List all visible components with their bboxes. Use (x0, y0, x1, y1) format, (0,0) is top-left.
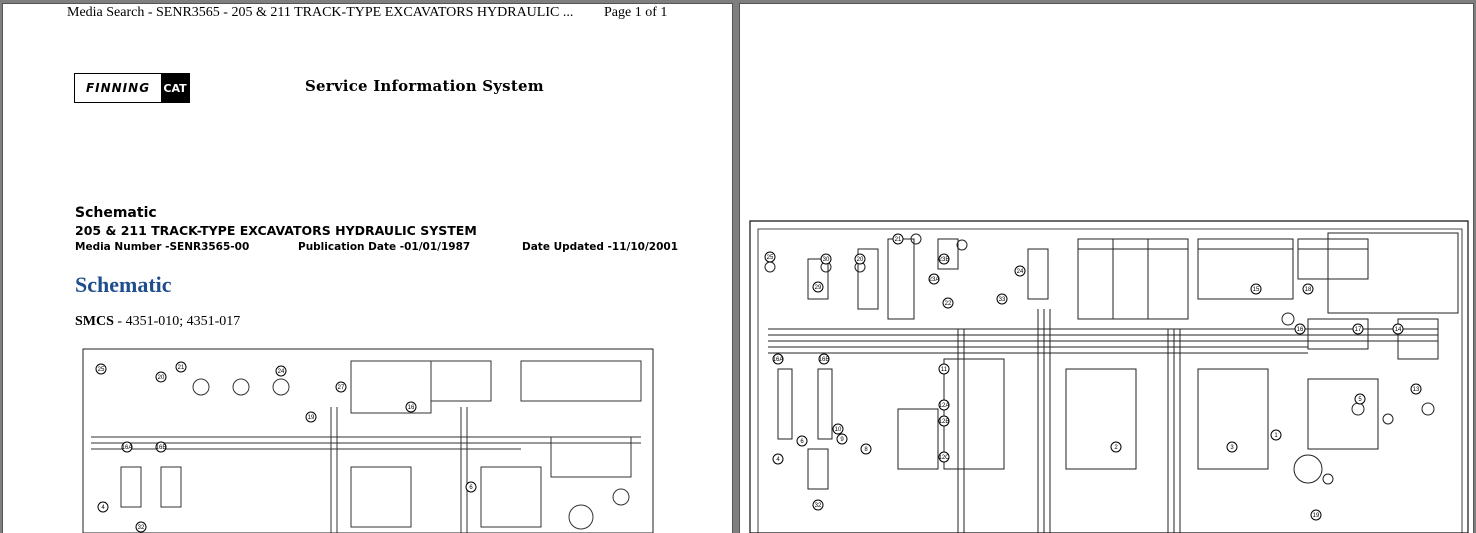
callout-label: 11 (941, 367, 948, 373)
callout-label: 14 (1395, 327, 1402, 333)
callout-label: 16B (156, 445, 167, 451)
media-number: Media Number -SENR3565-00 (75, 241, 250, 253)
callout-label: 32 (815, 503, 822, 509)
callout-label: 12C (938, 455, 950, 461)
callout-label: 21 (895, 237, 902, 243)
callout-label: 23B (939, 257, 950, 263)
system-name: Service Information System (305, 77, 544, 95)
callout-label: 16A (122, 445, 133, 451)
callout-label: 16A (773, 357, 784, 363)
publication-date: Publication Date -01/01/1987 (298, 241, 471, 253)
smcs-value: - 4351-010; 4351-017 (113, 314, 241, 329)
callout-label: 18 (1305, 287, 1312, 293)
callout-label: 13 (1413, 387, 1420, 393)
print-header: Media Search - SENR3565 - 205 & 211 TRAC… (67, 5, 667, 21)
cat-logo-text: CAT (161, 74, 189, 102)
callout-label: 30 (823, 257, 830, 263)
callout-label: 20 (158, 375, 165, 381)
schematic-thumbnail-drawing: 25202124271616A 16B196432 (81, 347, 655, 533)
callout-label: 21 (178, 365, 185, 371)
callout-label: 15 (1253, 287, 1260, 293)
section-heading: Schematic (75, 272, 172, 297)
print-header-title: Media Search - SENR3565 - 205 & 211 TRAC… (67, 5, 574, 20)
callout-label: 24 (278, 369, 285, 375)
callout-label: 20 (857, 257, 864, 263)
callout-label: 27 (338, 385, 345, 391)
callout-label: 16B (819, 357, 830, 363)
callout-label: 12A (939, 403, 950, 409)
doc-type: Schematic (75, 205, 157, 221)
callout-label: 12B (939, 419, 950, 425)
callout-label: 25 (98, 367, 105, 373)
callout-label: 33 (999, 297, 1006, 303)
page-indicator: Page 1 of 1 (604, 5, 668, 20)
callout-label: 24 (1017, 269, 1024, 275)
smcs-line: SMCS - 4351-010; 4351-017 (75, 314, 240, 330)
callout-label: 10 (835, 427, 842, 433)
date-updated: Date Updated -11/10/2001 (522, 241, 679, 253)
callout-label: 19 (1313, 513, 1320, 519)
hydraulic-schematic-drawing: 25 30 29 21 20 23A 23B 22 24 33 15 18 16 17 14 13 16A 16B… (748, 219, 1470, 533)
callout-label: 17 (1355, 327, 1362, 333)
doc-title: 205 & 211 TRACK-TYPE EXCAVATORS HYDRAULI… (75, 223, 477, 238)
hydraulic-schematic: 25 30 29 21 20 23A 23B 22 24 33 15 18 16 17 14 13 16A 16B… (748, 219, 1470, 533)
callout-label: 23A (929, 277, 940, 283)
callout-label: 32 (138, 525, 145, 531)
document-page-2: 25 30 29 21 20 23A 23B 22 24 33 15 18 16 17 14 13 16A 16B… (740, 4, 1473, 533)
callout-label: 19 (308, 415, 315, 421)
smcs-label: SMCS (75, 314, 114, 329)
document-page-1: Media Search - SENR3565 - 205 & 211 TRAC… (3, 4, 732, 533)
callout-label: 22 (945, 301, 952, 307)
callout-label: 16 (1297, 327, 1304, 333)
callout-label: 25 (767, 255, 774, 261)
finning-cat-logo: FINNING CAT (74, 73, 190, 103)
schematic-thumbnail: 25 20 21 24 27 16 16A 16B 19 6 4 32 (81, 347, 655, 533)
callout-label: 16 (408, 405, 415, 411)
callout-label: 29 (815, 285, 822, 291)
finning-logo-text: FINNING (85, 81, 151, 95)
